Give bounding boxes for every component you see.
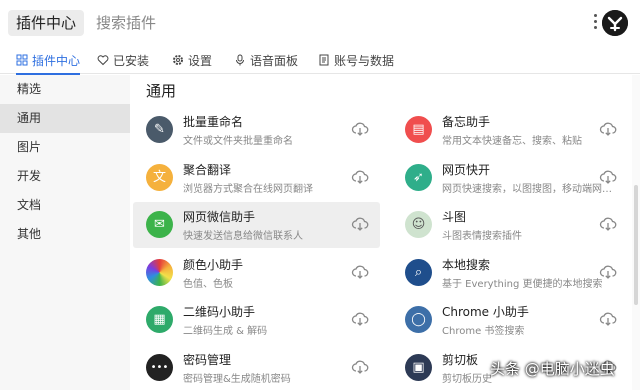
plugin-card[interactable]: ✉ 网页微信助手快速发送信息给微信联系人 <box>133 202 380 248</box>
heart-icon <box>97 55 109 66</box>
search-input[interactable] <box>96 10 516 36</box>
rename-pen-icon: ✎ <box>146 116 173 143</box>
sidebar-item-other[interactable]: 其他 <box>0 220 130 249</box>
plugin-name: 批量重命名 <box>183 115 244 129</box>
tab-account-data[interactable]: 账号与数据 <box>318 46 394 74</box>
plugin-card[interactable]: ◯ Chrome 小助手 Chrome 书签搜索 <box>392 297 639 343</box>
plugin-name: 二维码小助手 <box>183 305 256 319</box>
scrollbar[interactable] <box>632 75 640 390</box>
tab-label: 账号与数据 <box>334 53 395 68</box>
tab-label: 插件中心 <box>32 53 81 68</box>
plugin-name: 密码管理 <box>183 352 232 367</box>
qrcode-icon: ▦ <box>146 306 173 333</box>
sidebar-item-development[interactable]: 开发 <box>0 162 130 191</box>
plugin-card[interactable]: ✎ 批量重命名文件或文件夹批量重命名 <box>133 107 380 153</box>
magnifier-icon: ⌕ <box>405 258 432 286</box>
clipboard-icon: ▣ <box>405 353 432 381</box>
wechat-icon: ✉ <box>146 211 173 238</box>
tab-settings[interactable]: 设置 <box>172 46 212 74</box>
section-title: 通用 <box>146 82 177 100</box>
plugin-name: 斗图 <box>442 210 467 224</box>
plugin-name: 网页快开 <box>442 162 491 177</box>
plugin-name: 颜色小助手 <box>183 257 244 272</box>
cloud-download-icon[interactable] <box>599 168 617 186</box>
plugin-card[interactable]: 颜色小助手色值、色板 <box>133 250 380 296</box>
microphone-icon <box>236 54 244 66</box>
app-logo[interactable] <box>602 10 628 36</box>
cloud-download-icon[interactable] <box>351 168 369 186</box>
tab-installed[interactable]: 已安装 <box>97 46 149 74</box>
plugin-card[interactable]: ⌕ 本地搜索 基于 Everything 更便捷的本地搜索 <box>392 250 639 296</box>
cloud-download-icon[interactable] <box>351 215 369 233</box>
plugin-card[interactable]: ▦ 二维码小助手二维码生成 & 解码 <box>133 297 380 343</box>
plugin-name: 本地搜索 <box>442 257 491 272</box>
app-title[interactable]: 插件中心 <box>8 10 85 36</box>
plugin-name: 网页微信助手 <box>183 210 256 224</box>
cloud-download-icon[interactable] <box>351 358 369 376</box>
watermark: 头条 @电脑小迷虫 <box>490 360 615 378</box>
document-icon <box>319 54 329 66</box>
cloud-download-icon[interactable] <box>599 310 617 328</box>
plugin-description: 浏览器方式聚合在线网页翻译 <box>183 183 313 195</box>
tab-bar: 插件中心 已安装 设置 语音面板 账号与数据 <box>0 46 640 75</box>
color-wheel-icon <box>146 258 173 286</box>
grid-icon <box>16 54 28 66</box>
sidebar-item-images[interactable]: 图片 <box>0 133 130 162</box>
tab-label: 已安装 <box>113 53 150 68</box>
plugin-card[interactable]: ••• 密码管理密码管理&生成随机密码 <box>133 345 380 390</box>
plugin-card[interactable]: ☺ 斗图 斗图表情搜索插件 <box>392 202 639 248</box>
more-vertical-icon[interactable] <box>592 14 598 34</box>
plugin-description: 文件或文件夹批量重命名 <box>183 136 293 147</box>
sidebar-item-featured[interactable]: 精选 <box>0 75 130 104</box>
top-bar: 插件中心 <box>0 0 640 46</box>
cloud-download-icon[interactable] <box>351 263 369 281</box>
cloud-download-icon[interactable] <box>351 120 369 138</box>
plugin-card[interactable]: 文聚合翻译浏览器方式聚合在线网页翻译 <box>133 155 380 201</box>
translate-icon: 文 <box>146 163 173 191</box>
meme-face-icon: ☺ <box>405 211 432 238</box>
plugin-description: 色值、色板 <box>183 278 233 290</box>
cloud-download-icon[interactable] <box>599 215 617 233</box>
plugin-name: 聚合翻译 <box>183 162 232 177</box>
plugin-card[interactable]: ▤ 备忘助手 常用文本快速备忘、搜索、粘贴 <box>392 107 639 153</box>
category-sidebar: 精选 通用 图片 开发 文档 其他 <box>0 75 130 390</box>
cloud-download-icon[interactable] <box>599 120 617 138</box>
plugin-name: Chrome 小助手 <box>442 305 529 319</box>
plugin-name: 备忘助手 <box>442 115 491 129</box>
password-dots-icon: ••• <box>146 353 173 381</box>
rocket-icon: ➶ <box>405 163 432 191</box>
plugin-description: 二维码生成 & 解码 <box>183 326 268 337</box>
sidebar-item-documents[interactable]: 文档 <box>0 191 130 220</box>
sidebar-item-general[interactable]: 通用 <box>0 104 130 133</box>
tab-label: 语音面板 <box>250 53 299 68</box>
chrome-icon: ◯ <box>405 306 432 333</box>
plugin-list: 通用 ✎ 批量重命名 文件或文件夹批量重命名 ▤ 备忘助手 常用文本快速备忘、搜索、粘贴文… <box>130 75 632 390</box>
plugin-card[interactable]: ➶ 网页快开 网页快速搜索，以图搜图，移动端网… <box>392 155 639 201</box>
cloud-download-icon[interactable] <box>599 263 617 281</box>
gear-icon <box>173 55 183 65</box>
plugin-name: 剪切板 <box>442 352 479 367</box>
plugin-description: 密码管理&生成随机密码 <box>183 373 291 385</box>
cloud-download-icon[interactable] <box>351 310 369 328</box>
scrollbar-thumb[interactable] <box>634 185 638 305</box>
notebook-icon: ▤ <box>405 116 432 143</box>
tab-voice-panel[interactable]: 语音面板 <box>234 46 298 74</box>
tab-plugin-center[interactable]: 插件中心 <box>16 46 81 75</box>
tab-label: 设置 <box>188 53 213 68</box>
plugin-description: 快速发送信息给微信联系人 <box>183 231 303 242</box>
